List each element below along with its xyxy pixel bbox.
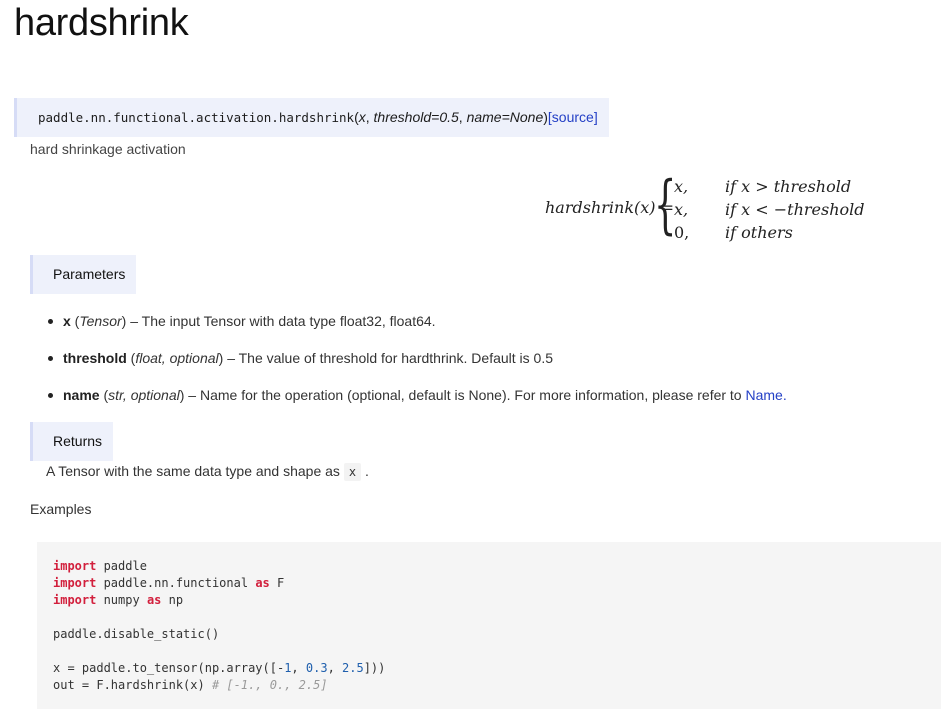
code-keyword: as: [146, 593, 162, 607]
code-line: import numpy as np: [53, 592, 925, 609]
code-token: ,: [291, 661, 306, 675]
param-type: float, optional: [135, 350, 219, 366]
signature-arg-name: name=None: [466, 109, 544, 125]
code-token: paddle.disable_static(): [53, 627, 220, 641]
signature-function-name: hardshrink: [278, 110, 355, 125]
name-link-period: .: [782, 387, 787, 403]
signature-separator: ,: [365, 109, 374, 125]
code-number: 2.5: [342, 661, 364, 675]
code-block: import paddle import paddle.nn.functional…: [37, 542, 941, 709]
code-token: x = paddle.to_tensor(np.array([-: [53, 661, 285, 675]
code-line: import paddle.nn.functional as F: [53, 575, 925, 592]
returns-heading: Returns: [30, 422, 114, 461]
code-token: ])): [363, 661, 386, 675]
code-token: numpy: [96, 593, 147, 607]
function-description: hard shrinkage activation: [30, 141, 186, 157]
code-comment: # [-1., 0., 2.5]: [211, 678, 328, 692]
param-name: x: [63, 313, 71, 329]
code-line: x = paddle.to_tensor(np.array([-1, 0.3, …: [53, 660, 925, 677]
code-token: ,: [327, 661, 343, 675]
param-description: – Name for the operation (optional, defa…: [184, 387, 746, 403]
code-token: paddle.nn.functional: [96, 576, 256, 590]
param-description: – The input Tensor with data type float3…: [126, 313, 436, 329]
source-link[interactable]: [source]: [548, 109, 598, 125]
code-keyword: import: [53, 559, 97, 573]
code-line: out = F.hardshrink(x) # [-1., 0., 2.5]: [53, 677, 925, 694]
code-line: import paddle: [53, 558, 925, 575]
signature-module-path: paddle.nn.functional.activation.: [38, 110, 279, 125]
returns-description: A Tensor with the same data type and sha…: [46, 463, 369, 481]
returns-code: x: [343, 463, 362, 481]
function-signature: paddle.nn.functional.activation.hardshri…: [14, 98, 609, 137]
returns-text: A Tensor with the same data type and sha…: [46, 463, 344, 479]
signature-arg-x: x: [358, 109, 366, 125]
page-title: hardshrink: [14, 2, 189, 44]
code-line: paddle.disable_static(): [53, 626, 925, 643]
param-name: name: [63, 387, 100, 403]
code-number: 0.3: [305, 661, 328, 675]
param-name: threshold: [63, 350, 127, 366]
param-type-open: (: [99, 387, 109, 403]
bullet-icon: [48, 319, 53, 324]
code-keyword: import: [53, 593, 97, 607]
param-type: Tensor: [79, 313, 122, 329]
bullet-icon: [48, 356, 53, 361]
signature-arg-threshold: threshold=0.5: [373, 109, 459, 125]
parameters-heading: Parameters: [30, 255, 137, 294]
formula-case-condition: if others: [725, 223, 793, 242]
examples-heading: Examples: [30, 501, 92, 517]
bullet-icon: [48, 393, 53, 398]
name-link[interactable]: Name: [745, 387, 782, 403]
param-description: – The value of threshold for hardthrink.…: [223, 350, 554, 366]
formula-case-value: 0,: [674, 223, 690, 242]
returns-text-end: .: [361, 463, 369, 479]
code-token: F: [269, 576, 285, 590]
formula-case-value: x,: [674, 177, 689, 196]
code-token: paddle: [96, 559, 147, 573]
formula-case-value: x,: [674, 200, 689, 219]
code-keyword: import: [53, 576, 97, 590]
code-keyword: as: [255, 576, 270, 590]
formula-case-condition: if x < −threshold: [725, 200, 865, 219]
formula-case-condition: if x > threshold: [725, 177, 852, 196]
code-token: np: [161, 593, 184, 607]
param-type: str, optional: [108, 387, 180, 403]
signature-separator: ,: [458, 109, 467, 125]
code-token: out = F.hardshrink(x): [53, 678, 212, 692]
